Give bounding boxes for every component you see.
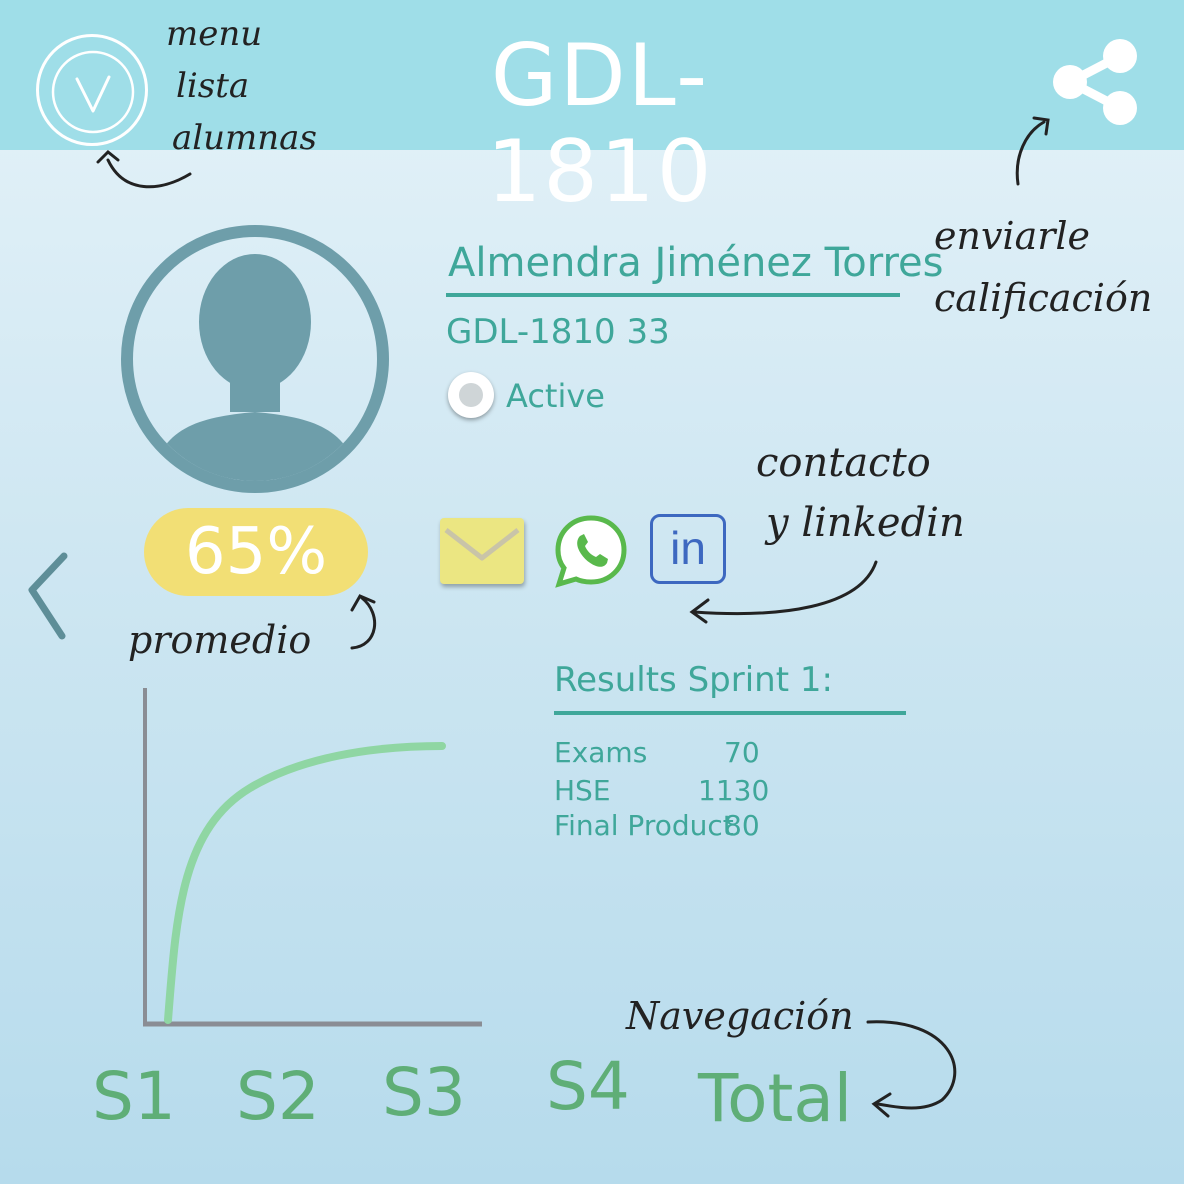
student-name: Almendra Jiménez Torres xyxy=(448,240,944,286)
app-title: GDL- 1810 xyxy=(486,26,714,222)
results-title: Results Sprint 1: xyxy=(554,660,833,700)
arrow-to-tabs-icon xyxy=(866,1020,957,1118)
name-underline xyxy=(446,293,900,297)
note-grade: calificación xyxy=(934,276,1153,320)
note-send: enviarle xyxy=(934,214,1091,258)
tab-s2[interactable]: S2 xyxy=(236,1058,320,1135)
menu-circle-icon xyxy=(51,50,135,134)
tab-s3[interactable]: S3 xyxy=(382,1054,466,1131)
results-row-hse: HSE 1130 xyxy=(554,774,769,807)
arrow-to-average-icon xyxy=(350,594,377,650)
tab-total[interactable]: Total xyxy=(698,1060,852,1137)
arrow-to-share-icon xyxy=(1015,116,1050,186)
note-contact: contacto xyxy=(756,440,931,486)
results-value: 70 xyxy=(724,736,760,769)
status-label: Active xyxy=(506,377,605,415)
results-label: Final Product xyxy=(554,809,734,842)
radio-dot xyxy=(459,383,483,407)
arrow-to-menu-icon xyxy=(96,149,192,189)
student-id: GDL-1810 33 xyxy=(446,312,670,352)
results-underline xyxy=(554,711,906,715)
tab-s4[interactable]: S4 xyxy=(546,1048,630,1125)
mail-icon xyxy=(444,528,520,561)
results-row-exams: Exams 70 xyxy=(554,736,760,769)
average-badge: 65% xyxy=(144,508,368,596)
avatar-icon xyxy=(121,225,389,493)
results-label: Exams xyxy=(554,736,648,769)
results-value: 1130 xyxy=(698,774,770,807)
note-navigation: Navegación xyxy=(626,994,854,1038)
back-arrow-icon[interactable] xyxy=(24,552,84,642)
status-radio[interactable] xyxy=(448,372,494,418)
email-button[interactable] xyxy=(440,518,524,584)
progress-chart xyxy=(143,688,482,1027)
results-row-final-product: Final Product 80 xyxy=(554,809,760,842)
note-average: promedio xyxy=(128,618,312,662)
whatsapp-icon[interactable] xyxy=(554,514,628,588)
linkedin-button[interactable]: in xyxy=(650,514,726,584)
chart-curve xyxy=(164,742,446,1024)
menu-button[interactable] xyxy=(36,34,148,146)
results-label: HSE xyxy=(554,774,611,807)
note-linkedin: y linkedin xyxy=(766,500,965,546)
results-value: 80 xyxy=(724,809,760,842)
note-menu: menu xyxy=(166,14,263,54)
note-list: lista xyxy=(176,66,250,106)
tab-s1[interactable]: S1 xyxy=(92,1058,176,1135)
